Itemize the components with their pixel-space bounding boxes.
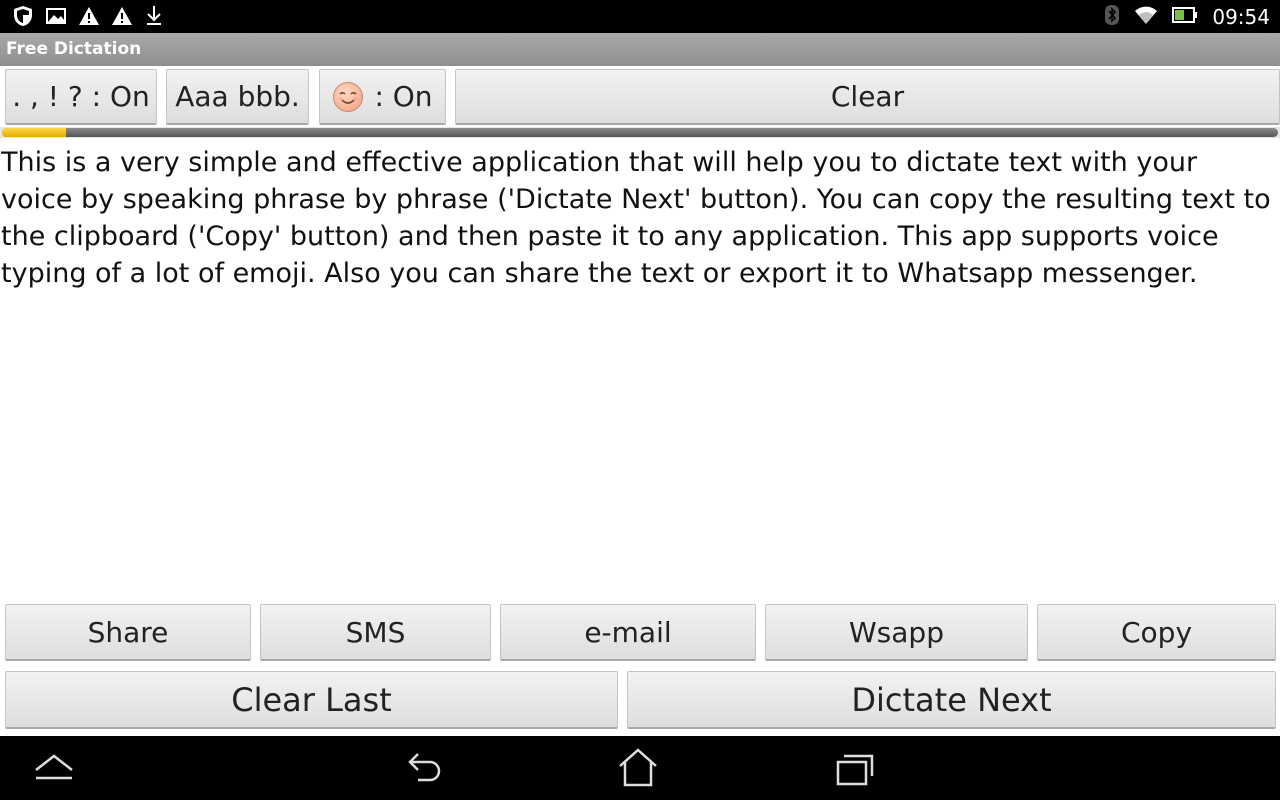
bluetooth-icon [1104,4,1120,30]
emoji-toggle-label: : On [374,80,433,113]
notification-icons [12,5,164,27]
home-icon[interactable] [616,748,660,792]
whatsapp-label: Wsapp [849,615,944,649]
title-bar: Free Dictation [0,33,1280,66]
copy-label: Copy [1120,615,1193,649]
warning-icon [111,6,133,26]
volume-progress-bar [0,127,1280,138]
recent-apps-icon[interactable] [834,748,878,792]
email-label: e-mail [584,615,672,649]
hide-keyboard-icon[interactable] [32,748,76,792]
punctuation-toggle-label: . , ! ? : On [12,80,150,113]
image-icon [45,6,67,26]
whatsapp-button[interactable]: Wsapp [765,604,1028,661]
battery-icon [1172,6,1198,27]
shield-icon [12,5,34,27]
capitalization-toggle-button[interactable]: Aaa bbb. [166,69,309,125]
navigation-bar [0,736,1280,800]
copy-button[interactable]: Copy [1037,604,1276,661]
warning-icon [78,6,100,26]
clock: 09:54 [1212,4,1270,29]
punctuation-toggle-button[interactable]: . , ! ? : On [5,69,157,125]
download-icon [144,5,164,27]
dictation-text-area[interactable]: This is a very simple and effective appl… [1,144,1277,594]
email-button[interactable]: e-mail [500,604,756,661]
progress-fill [2,128,66,137]
system-indicators: 09:54 [1104,0,1270,33]
back-icon[interactable] [402,748,446,792]
capitalization-toggle-label: Aaa bbb. [175,80,300,113]
clear-label: Clear [830,80,905,113]
share-label: Share [87,615,169,649]
smiley-face-icon [332,81,364,113]
dictate-next-button[interactable]: Dictate Next [627,671,1276,729]
share-button[interactable]: Share [5,604,251,661]
app-title: Free Dictation [6,39,142,59]
dictate-next-label: Dictate Next [851,680,1052,719]
sms-button[interactable]: SMS [260,604,491,661]
wifi-icon [1134,5,1158,29]
progress-track [2,128,1278,137]
clear-last-label: Clear Last [231,680,392,719]
clear-last-button[interactable]: Clear Last [5,671,618,729]
emoji-toggle-button[interactable]: : On [319,69,446,125]
sms-label: SMS [345,615,406,649]
status-bar: 09:54 [0,0,1280,33]
clear-button[interactable]: Clear [455,69,1280,125]
